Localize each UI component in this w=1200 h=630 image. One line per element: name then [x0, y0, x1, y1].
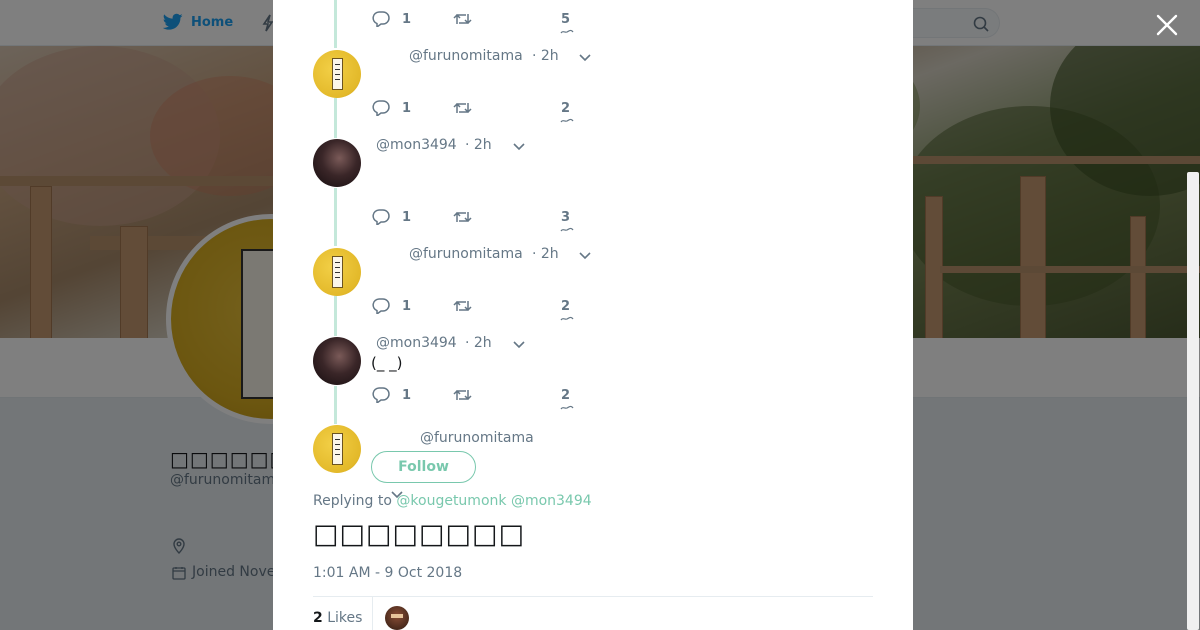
thread-line — [334, 98, 337, 138]
avatar[interactable] — [313, 337, 361, 385]
thread-line — [334, 188, 337, 246]
thread-line — [334, 296, 337, 336]
avatar[interactable] — [313, 425, 361, 473]
tweet-timestamp[interactable]: · 2h — [465, 335, 492, 351]
likes-stat[interactable]: 2 Likes — [313, 610, 362, 626]
retweet-icon[interactable] — [453, 210, 472, 224]
like-icon[interactable] — [560, 405, 574, 411]
tweet-actions: 1 2 — [372, 298, 592, 321]
like-icon[interactable] — [560, 227, 574, 233]
like-count: 2 — [561, 388, 571, 403]
follow-button[interactable]: Follow — [371, 451, 476, 483]
tweet-timestamp[interactable]: · 2h — [532, 48, 559, 64]
tweet-permalink-modal: 1 5 @furunomitama · 2h 1 2 @mon3494 · 2h… — [273, 0, 913, 630]
tweet-author-handle[interactable]: @furunomitama — [409, 246, 523, 262]
scrollbar[interactable] — [1187, 172, 1199, 630]
liker-avatar[interactable] — [385, 606, 409, 630]
like-icon[interactable] — [560, 29, 574, 35]
reply-icon[interactable] — [372, 209, 390, 225]
likes-label: Likes — [327, 610, 363, 626]
avatar[interactable] — [313, 139, 361, 187]
like-count: 5 — [561, 12, 571, 27]
reply-count: 1 — [402, 101, 412, 116]
tweet-text: (_ _) — [371, 354, 403, 372]
avatar[interactable] — [313, 248, 361, 296]
reply-count: 1 — [402, 388, 412, 403]
reply-icon[interactable] — [372, 100, 390, 116]
avatar[interactable] — [313, 50, 361, 98]
tweet-author-handle[interactable]: @mon3494 — [376, 137, 457, 153]
tweet-timestamp[interactable]: · 2h — [532, 246, 559, 262]
stats-separator — [372, 597, 373, 630]
reply-count: 1 — [402, 299, 412, 314]
likes-count: 2 — [313, 610, 323, 626]
tweet-author-handle[interactable]: @furunomitama — [409, 48, 523, 64]
chevron-down-icon[interactable] — [512, 340, 526, 350]
tweet-timestamp[interactable]: · 2h — [465, 137, 492, 153]
thread-line — [334, 386, 337, 424]
mention-link[interactable]: @kougetumonk — [396, 493, 506, 509]
tweet-actions: 1 3 — [372, 209, 592, 232]
like-count: 3 — [561, 210, 571, 225]
tweet-author-handle[interactable]: @mon3494 — [376, 335, 457, 351]
chevron-down-icon[interactable] — [578, 53, 592, 63]
main-tweet-author-handle[interactable]: @furunomitama — [420, 430, 534, 446]
mention-link[interactable]: @mon3494 — [511, 493, 592, 509]
retweet-icon[interactable] — [453, 12, 472, 26]
tweet-actions: 1 2 — [372, 387, 592, 410]
divider — [313, 596, 873, 597]
like-count: 2 — [561, 101, 571, 116]
thread-line — [334, 0, 337, 48]
retweet-icon[interactable] — [453, 101, 472, 115]
retweet-icon[interactable] — [453, 388, 472, 402]
like-count: 2 — [561, 299, 571, 314]
replying-to: Replying to @kougetumonk @mon3494 — [313, 493, 592, 509]
reply-icon[interactable] — [372, 387, 390, 403]
chevron-down-icon[interactable] — [578, 251, 592, 261]
like-icon[interactable] — [560, 118, 574, 124]
like-icon[interactable] — [560, 316, 574, 322]
reply-count: 1 — [402, 12, 412, 27]
main-tweet-text: □□□□□□□□ — [313, 519, 526, 550]
chevron-down-icon[interactable] — [512, 142, 526, 152]
reply-icon[interactable] — [372, 298, 390, 314]
reply-icon[interactable] — [372, 11, 390, 27]
tweet-actions: 1 5 — [372, 11, 592, 34]
tweet-actions: 1 2 — [372, 100, 592, 123]
main-tweet-date[interactable]: 1:01 AM - 9 Oct 2018 — [313, 565, 462, 581]
reply-count: 1 — [402, 210, 412, 225]
close-icon[interactable] — [1155, 13, 1179, 37]
retweet-icon[interactable] — [453, 299, 472, 313]
